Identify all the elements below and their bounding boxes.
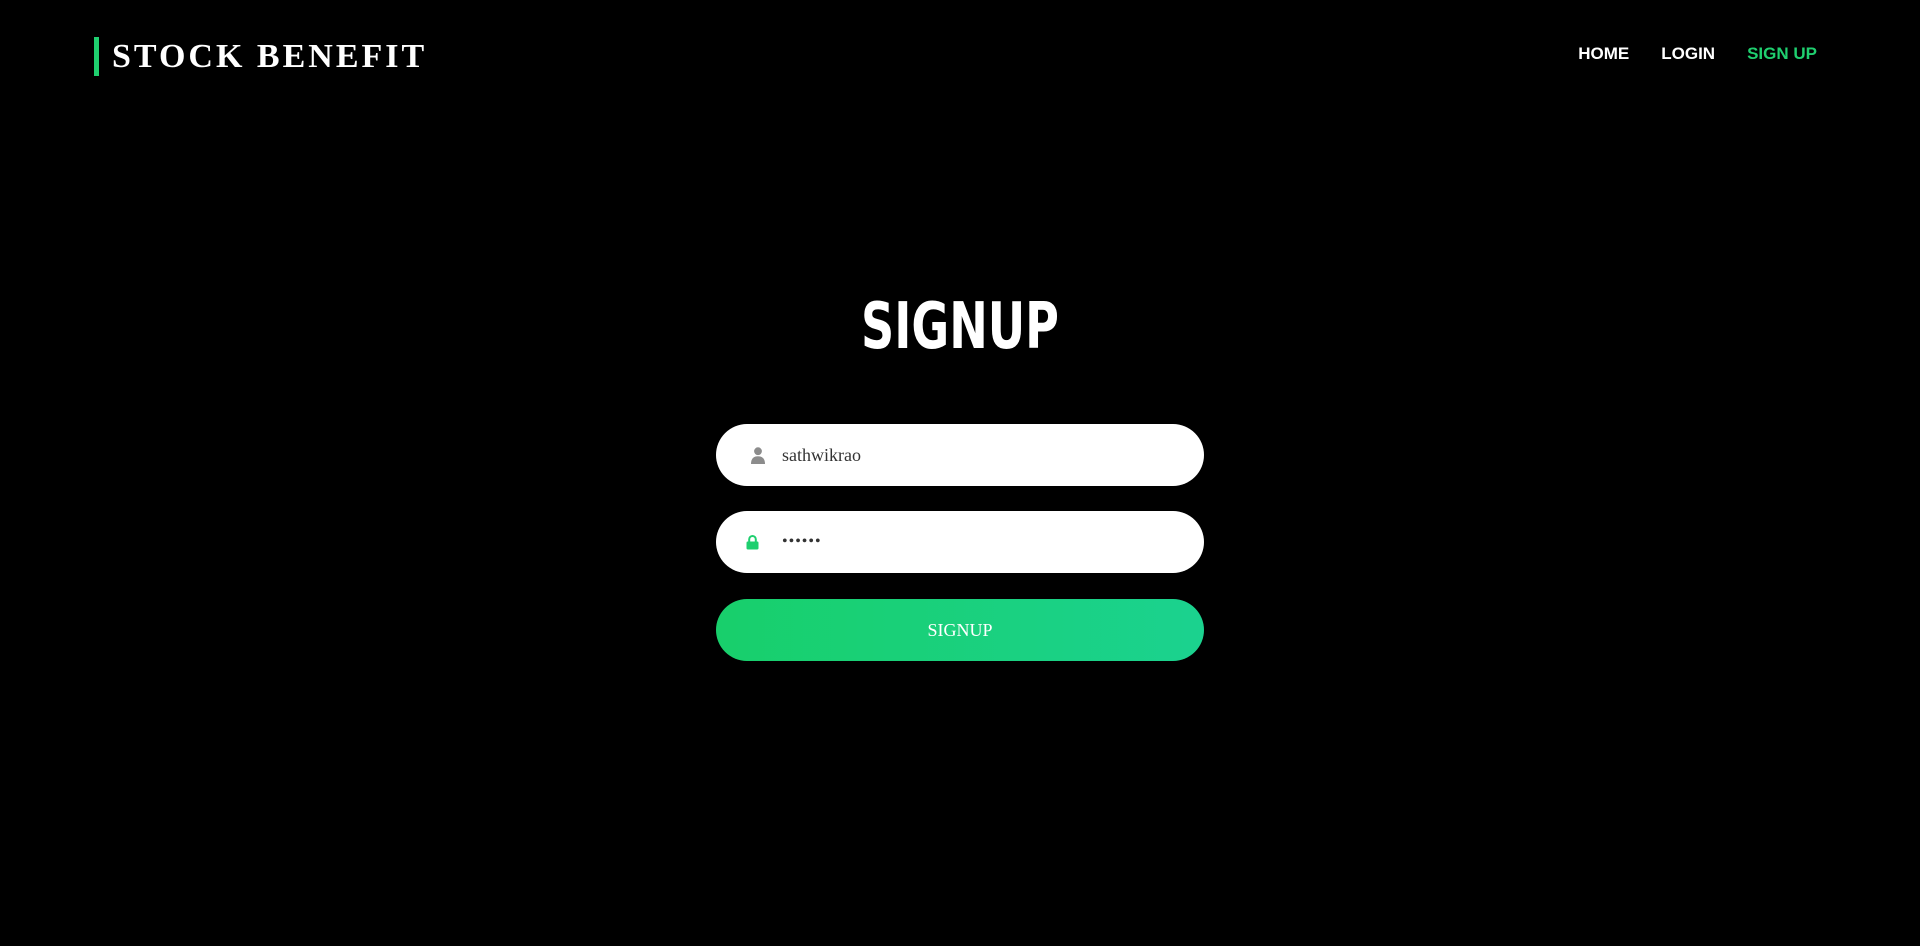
nav-item-home[interactable]: HOME — [1578, 43, 1629, 65]
brand-logo[interactable]: STOCK BENEFIT — [94, 37, 427, 76]
page-title: SIGNUP — [861, 290, 1059, 364]
password-field[interactable] — [716, 511, 1204, 573]
lock-icon — [744, 533, 760, 551]
user-icon — [750, 446, 766, 464]
password-input[interactable] — [782, 511, 1180, 573]
nav-item-signup[interactable]: SIGN UP — [1747, 43, 1817, 65]
page: STOCK BENEFIT HOME LOGIN SIGN UP SIGNUP — [0, 0, 1920, 946]
main-nav: HOME LOGIN SIGN UP — [1578, 43, 1817, 65]
brand-name: STOCK BENEFIT — [112, 37, 428, 75]
username-input[interactable] — [782, 424, 1180, 486]
username-field[interactable] — [716, 424, 1204, 486]
signup-button[interactable]: SIGNUP — [716, 599, 1204, 661]
nav-item-login[interactable]: LOGIN — [1661, 43, 1715, 65]
